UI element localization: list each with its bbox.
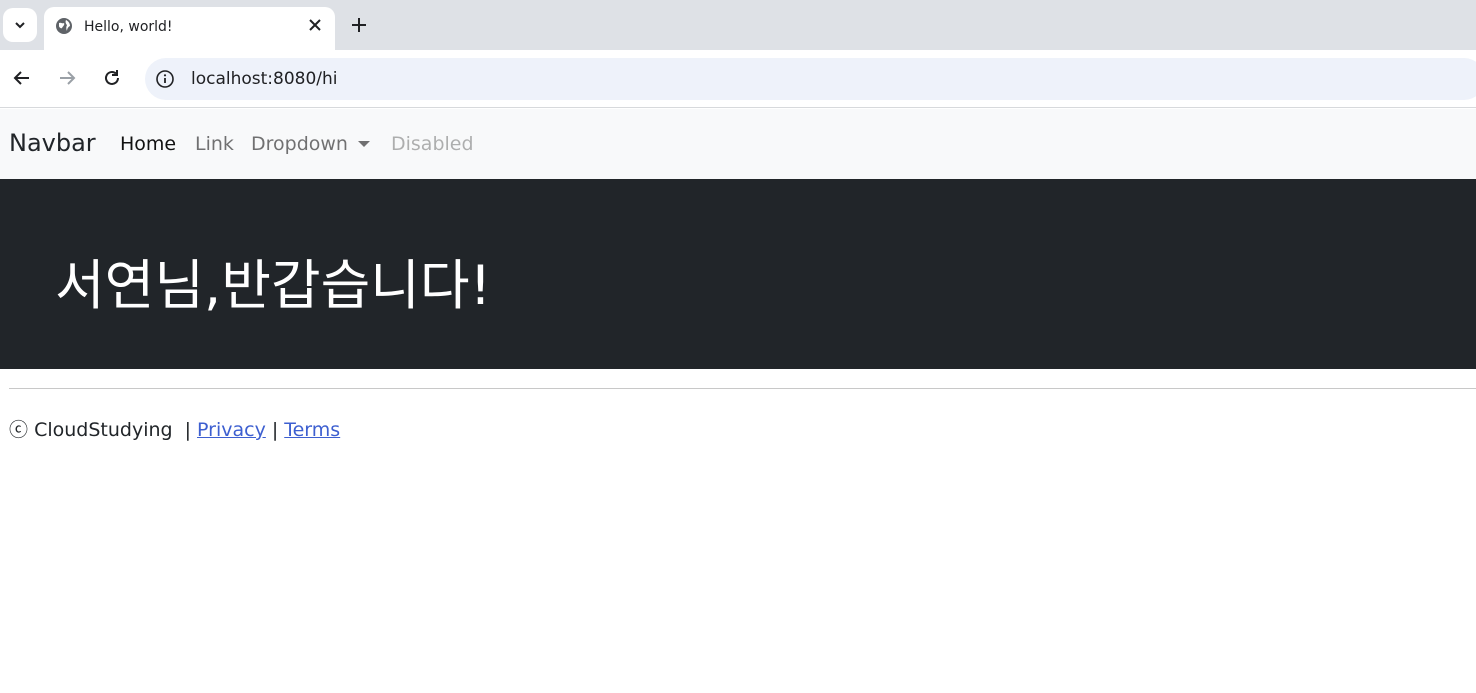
address-bar[interactable]: localhost:8080/hi	[145, 58, 1476, 100]
browser-toolbar: localhost:8080/hi	[0, 50, 1476, 108]
nav-link-home[interactable]: Home	[120, 133, 176, 155]
new-tab-icon[interactable]	[349, 15, 369, 35]
url-text: localhost:8080/hi	[191, 69, 338, 89]
chevron-down-icon	[15, 22, 25, 29]
footer-company: CloudStudying	[34, 419, 173, 441]
globe-icon	[56, 18, 72, 34]
tab-title: Hello, world!	[84, 19, 173, 35]
close-icon[interactable]	[307, 17, 323, 33]
footer-divider	[9, 388, 1476, 389]
copyright-icon: ⓒ	[9, 419, 29, 441]
navbar: Navbar Home Link Dropdown Disabled	[0, 109, 1476, 179]
browser-tab[interactable]: Hello, world!	[44, 7, 335, 50]
nav-link-disabled: Disabled	[391, 133, 474, 155]
hero-title: 서연님,반갑습니다!	[55, 254, 492, 317]
terms-link[interactable]: Terms	[284, 419, 340, 441]
caret-down-icon	[357, 141, 370, 147]
footer-separator: |	[271, 419, 279, 441]
nav-dropdown-label: Dropdown	[251, 133, 348, 155]
back-arrow-icon[interactable]	[11, 67, 33, 89]
info-icon[interactable]	[155, 69, 175, 89]
navbar-brand[interactable]: Navbar	[9, 129, 96, 157]
footer-separator: |	[184, 419, 192, 441]
tab-search-button[interactable]	[3, 8, 37, 42]
forward-arrow-icon[interactable]	[56, 67, 78, 89]
hero-banner: 서연님,반갑습니다!	[0, 179, 1476, 369]
privacy-link[interactable]: Privacy	[197, 419, 266, 441]
reload-icon[interactable]	[101, 67, 123, 89]
browser-tabstrip: Hello, world!	[0, 0, 1476, 50]
nav-link-link[interactable]: Link	[195, 133, 234, 155]
nav-dropdown[interactable]: Dropdown	[251, 133, 370, 155]
footer: ⓒ CloudStudying | Privacy | Terms	[9, 415, 340, 442]
